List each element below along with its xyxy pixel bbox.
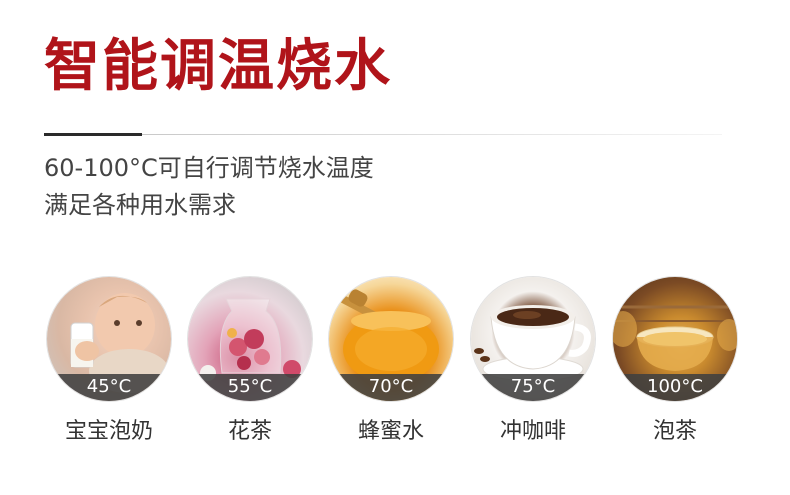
- temperature-label: 55°C: [188, 374, 312, 401]
- preset-item-coffee: 75°C 冲咖啡: [471, 277, 595, 445]
- preset-caption: 泡茶: [652, 419, 697, 444]
- title-underline-accent: [44, 133, 142, 136]
- temperature-label: 45°C: [47, 374, 171, 401]
- temperature-label: 75°C: [471, 374, 595, 401]
- temperature-label: 100°C: [613, 374, 737, 401]
- temperature-label: 70°C: [329, 374, 453, 401]
- honey-jar-icon: 70°C: [329, 277, 453, 401]
- tea-cups-icon: 100°C: [613, 277, 737, 401]
- preset-item-baby-milk: 45°C 宝宝泡奶: [47, 277, 171, 445]
- preset-caption: 蜂蜜水: [357, 419, 424, 444]
- preset-caption: 冲咖啡: [499, 419, 566, 444]
- subtitle-line-2: 满足各种用水需求: [44, 191, 236, 219]
- coffee-cup-icon: 75°C: [471, 277, 595, 401]
- title-divider: [142, 134, 722, 135]
- subtitle-block: 60-100°C可自行调节烧水温度 满足各种用水需求: [44, 150, 374, 224]
- subtitle-line-1: 60-100°C可自行调节烧水温度: [44, 154, 374, 182]
- temperature-presets: 45°C 宝宝泡奶 55°C 花茶 70°C 蜂蜜水 75°C 冲咖啡 100°…: [47, 277, 747, 447]
- preset-caption: 花茶: [227, 419, 272, 444]
- preset-item-tea: 100°C 泡茶: [613, 277, 737, 445]
- preset-caption: 宝宝泡奶: [64, 419, 153, 444]
- baby-drinking-milk-icon: 45°C: [47, 277, 171, 401]
- preset-item-honey-water: 70°C 蜂蜜水: [329, 277, 453, 445]
- preset-item-flower-tea: 55°C 花茶: [188, 277, 312, 445]
- flower-tea-pitcher-icon: 55°C: [188, 277, 312, 401]
- page-title: 智能调温烧水: [44, 33, 392, 99]
